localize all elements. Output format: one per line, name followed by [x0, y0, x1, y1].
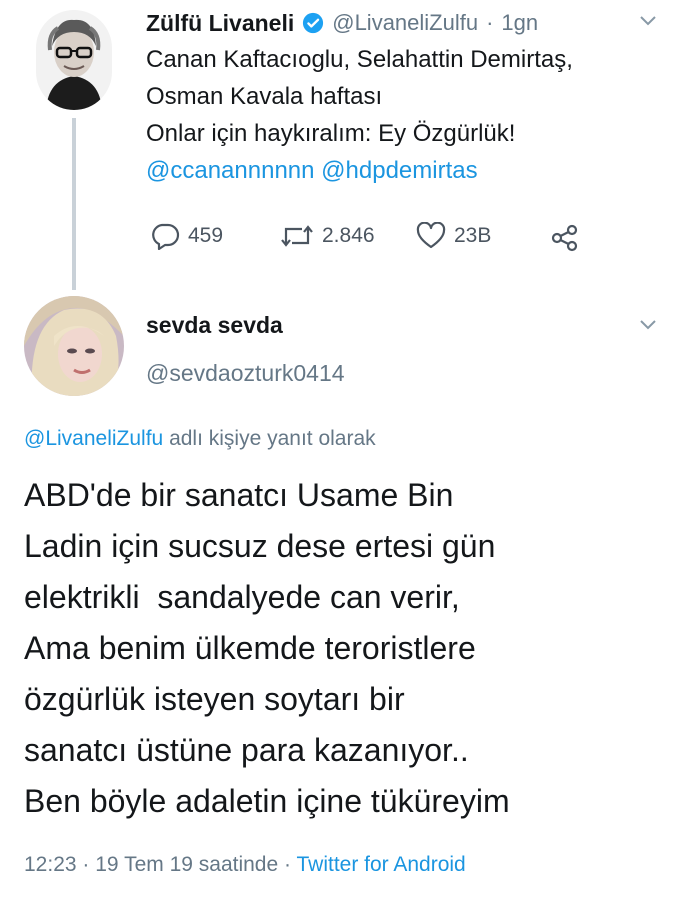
tweet2-line-5: özgürlük isteyen soytarı bir	[24, 681, 405, 717]
tweet2-handle[interactable]: @sevdaozturk0414	[146, 360, 345, 387]
tweet2-meta: 12:23 · 19 Tem 19 saatinde · Twitter for…	[24, 853, 466, 877]
like-icon	[416, 221, 446, 250]
tweet2-line-4: Ama benim ülkemde teroristlere	[24, 630, 476, 666]
thread-connector-line	[72, 118, 76, 290]
tweet1-line-1: Canan Kaftacıoglu, Selahattin Demirtaş,	[146, 46, 573, 73]
tweet2-time[interactable]: 12:23	[24, 853, 77, 876]
tweet2-dot-2: ·	[284, 853, 292, 876]
reply-context: @LivaneliZulfu adlı kişiye yanıt olarak	[24, 427, 376, 451]
reply-count: 459	[188, 224, 224, 247]
reply-to-link[interactable]: @LivaneliZulfu	[24, 427, 163, 450]
tweet1-line-3: Onlar için haykıralım: Ey Özgürlük!	[146, 120, 516, 147]
tweet1-dot: ·	[486, 10, 494, 35]
tweet2-line-7: Ben böyle adaletin içine tüküreyim	[24, 783, 510, 819]
reply-icon	[150, 222, 180, 251]
reply-to-text: adlı kişiye yanıt olarak	[169, 427, 376, 450]
tweet2-body: ABD'de bir sanatcı Usame Bin Ladin için …	[24, 470, 674, 827]
tweet1-mentions: @ccanannnnnn @hdpdemirtas	[146, 152, 666, 189]
verified-badge-icon	[302, 12, 324, 34]
tweet1-time[interactable]: 1gn	[501, 10, 538, 36]
tweet2-display-name[interactable]: sevda sevda	[146, 312, 283, 339]
chevron-down-icon[interactable]	[638, 318, 660, 336]
tweet2-line-1: ABD'de bir sanatcı Usame Bin	[24, 477, 454, 513]
tweet1-line-2: Osman Kavala haftası	[146, 83, 383, 110]
avatar-livaneli[interactable]	[36, 10, 112, 110]
retweet-count: 2.846	[322, 224, 375, 247]
reply-action[interactable]: 459	[150, 222, 224, 251]
avatar-sevda[interactable]	[24, 296, 124, 396]
tweet2-date[interactable]: 19 Tem 19 saatinde	[95, 853, 278, 876]
like-count: 23B	[454, 224, 492, 247]
retweet-icon	[280, 222, 314, 250]
like-action[interactable]: 23B	[416, 221, 492, 250]
mention-link[interactable]: @ccanannnnnn	[146, 157, 315, 184]
mention-link[interactable]: @hdpdemirtas	[321, 157, 477, 184]
chevron-down-icon[interactable]	[638, 12, 660, 30]
tweet1-header: Zülfü Livaneli @LivaneliZulfu · 1gn	[146, 7, 538, 39]
retweet-action[interactable]: 2.846	[280, 222, 375, 250]
tweet2-dot-1: ·	[82, 853, 90, 876]
tweet1-body: Canan Kaftacıoglu, Selahattin Demirtaş, …	[146, 41, 666, 189]
tweet2-line-6: sanatcı üstüne para kazanıyor..	[24, 732, 469, 768]
tweet2-source[interactable]: Twitter for Android	[296, 853, 465, 876]
tweet1-handle[interactable]: @LivaneliZulfu	[332, 10, 478, 36]
tweet1-display-name[interactable]: Zülfü Livaneli	[146, 10, 294, 37]
share-icon[interactable]	[550, 224, 580, 252]
tweet2-line-3: elektrikli sandalyede can verir,	[24, 579, 460, 615]
tweet2-line-2: Ladin için sucsuz dese ertesi gün	[24, 528, 496, 564]
